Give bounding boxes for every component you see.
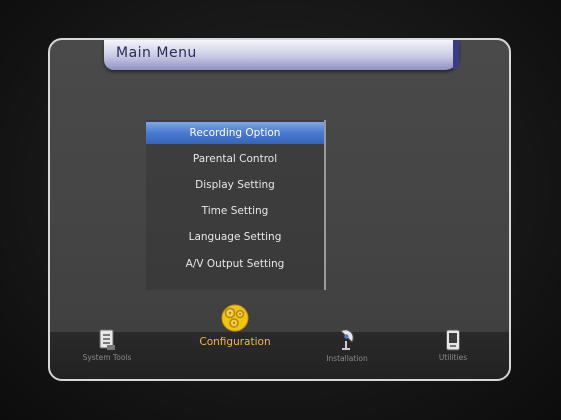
configuration-submenu: Recording Option Parental Control Displa…	[146, 120, 326, 290]
nav-configuration[interactable]: Configuration	[180, 303, 290, 348]
nav-label-configuration: Configuration	[199, 336, 271, 348]
menu-item-language-setting[interactable]: Language Setting	[146, 226, 324, 248]
handheld-device-icon	[446, 329, 460, 351]
tv-screen: Main Menu Recording Option Parental Cont…	[0, 0, 561, 420]
menu-item-av-output-setting[interactable]: A/V Output Setting	[146, 253, 324, 275]
document-icon	[99, 329, 115, 350]
gear-cluster-icon	[221, 304, 249, 332]
nav-utilities[interactable]: Utilities	[418, 329, 488, 362]
title-bar-accent	[453, 40, 459, 70]
menu-item-recording-option[interactable]: Recording Option	[146, 122, 324, 144]
menu-item-display-setting[interactable]: Display Setting	[146, 174, 324, 196]
main-menu-window: Main Menu Recording Option Parental Cont…	[48, 38, 511, 381]
menu-item-time-setting[interactable]: Time Setting	[146, 200, 324, 222]
nav-label-utilities: Utilities	[438, 353, 468, 362]
window-title: Main Menu	[116, 45, 197, 61]
nav-label-installation: Installation	[326, 354, 368, 363]
title-bar: Main Menu	[104, 40, 459, 70]
satellite-dish-icon	[340, 329, 354, 350]
nav-system-tools[interactable]: System Tools	[72, 329, 142, 362]
menu-item-parental-control[interactable]: Parental Control	[146, 148, 324, 170]
nav-installation[interactable]: Installation	[312, 328, 382, 363]
nav-label-system-tools: System Tools	[82, 353, 132, 362]
